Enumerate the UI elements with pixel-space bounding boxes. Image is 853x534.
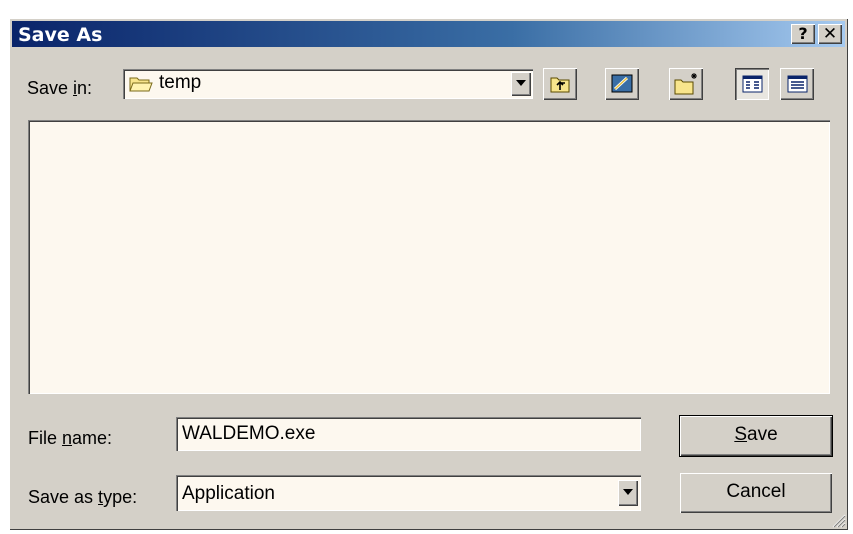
cancel-button[interactable]: Cancel — [680, 473, 832, 513]
new-folder-icon — [674, 73, 697, 95]
details-view-icon — [787, 75, 808, 93]
details-view-button[interactable] — [780, 68, 814, 100]
save-as-type-select[interactable]: Application — [176, 475, 641, 511]
chevron-down-icon — [623, 489, 633, 495]
save-button[interactable]: Save — [680, 416, 832, 456]
help-button[interactable]: ? — [791, 24, 815, 44]
list-view-icon — [742, 75, 763, 93]
new-folder-button[interactable] — [669, 68, 703, 100]
file-list-view[interactable] — [28, 120, 830, 394]
save-as-type-label: Save as type: — [28, 487, 138, 507]
file-name-input[interactable]: WALDEMO.exe — [176, 417, 641, 451]
chevron-down-icon — [516, 80, 526, 86]
save-in-dropdown-button[interactable] — [511, 72, 531, 96]
save-as-dialog: Save As ? ✕ Save in: temp File name: WAL… — [9, 18, 848, 530]
save-in-label: Save in: — [27, 78, 93, 98]
file-name-value: WALDEMO.exe — [182, 423, 316, 444]
resize-grip-icon[interactable] — [832, 514, 846, 528]
close-button[interactable]: ✕ — [818, 24, 842, 44]
save-as-type-dropdown-button[interactable] — [618, 480, 638, 506]
window-title: Save As — [18, 24, 103, 46]
list-view-button[interactable] — [735, 68, 769, 100]
folder-icon — [129, 75, 153, 98]
file-name-label: File name: — [28, 428, 113, 448]
save-in-value: temp — [159, 72, 202, 93]
save-in-combo[interactable]: temp — [123, 69, 533, 99]
desktop-icon — [611, 74, 633, 93]
up-one-level-button[interactable] — [543, 68, 577, 100]
title-bar[interactable]: Save As ? ✕ — [12, 21, 845, 47]
up-one-level-icon — [550, 77, 570, 93]
desktop-button[interactable] — [605, 68, 639, 100]
save-as-type-value: Application — [182, 483, 275, 504]
